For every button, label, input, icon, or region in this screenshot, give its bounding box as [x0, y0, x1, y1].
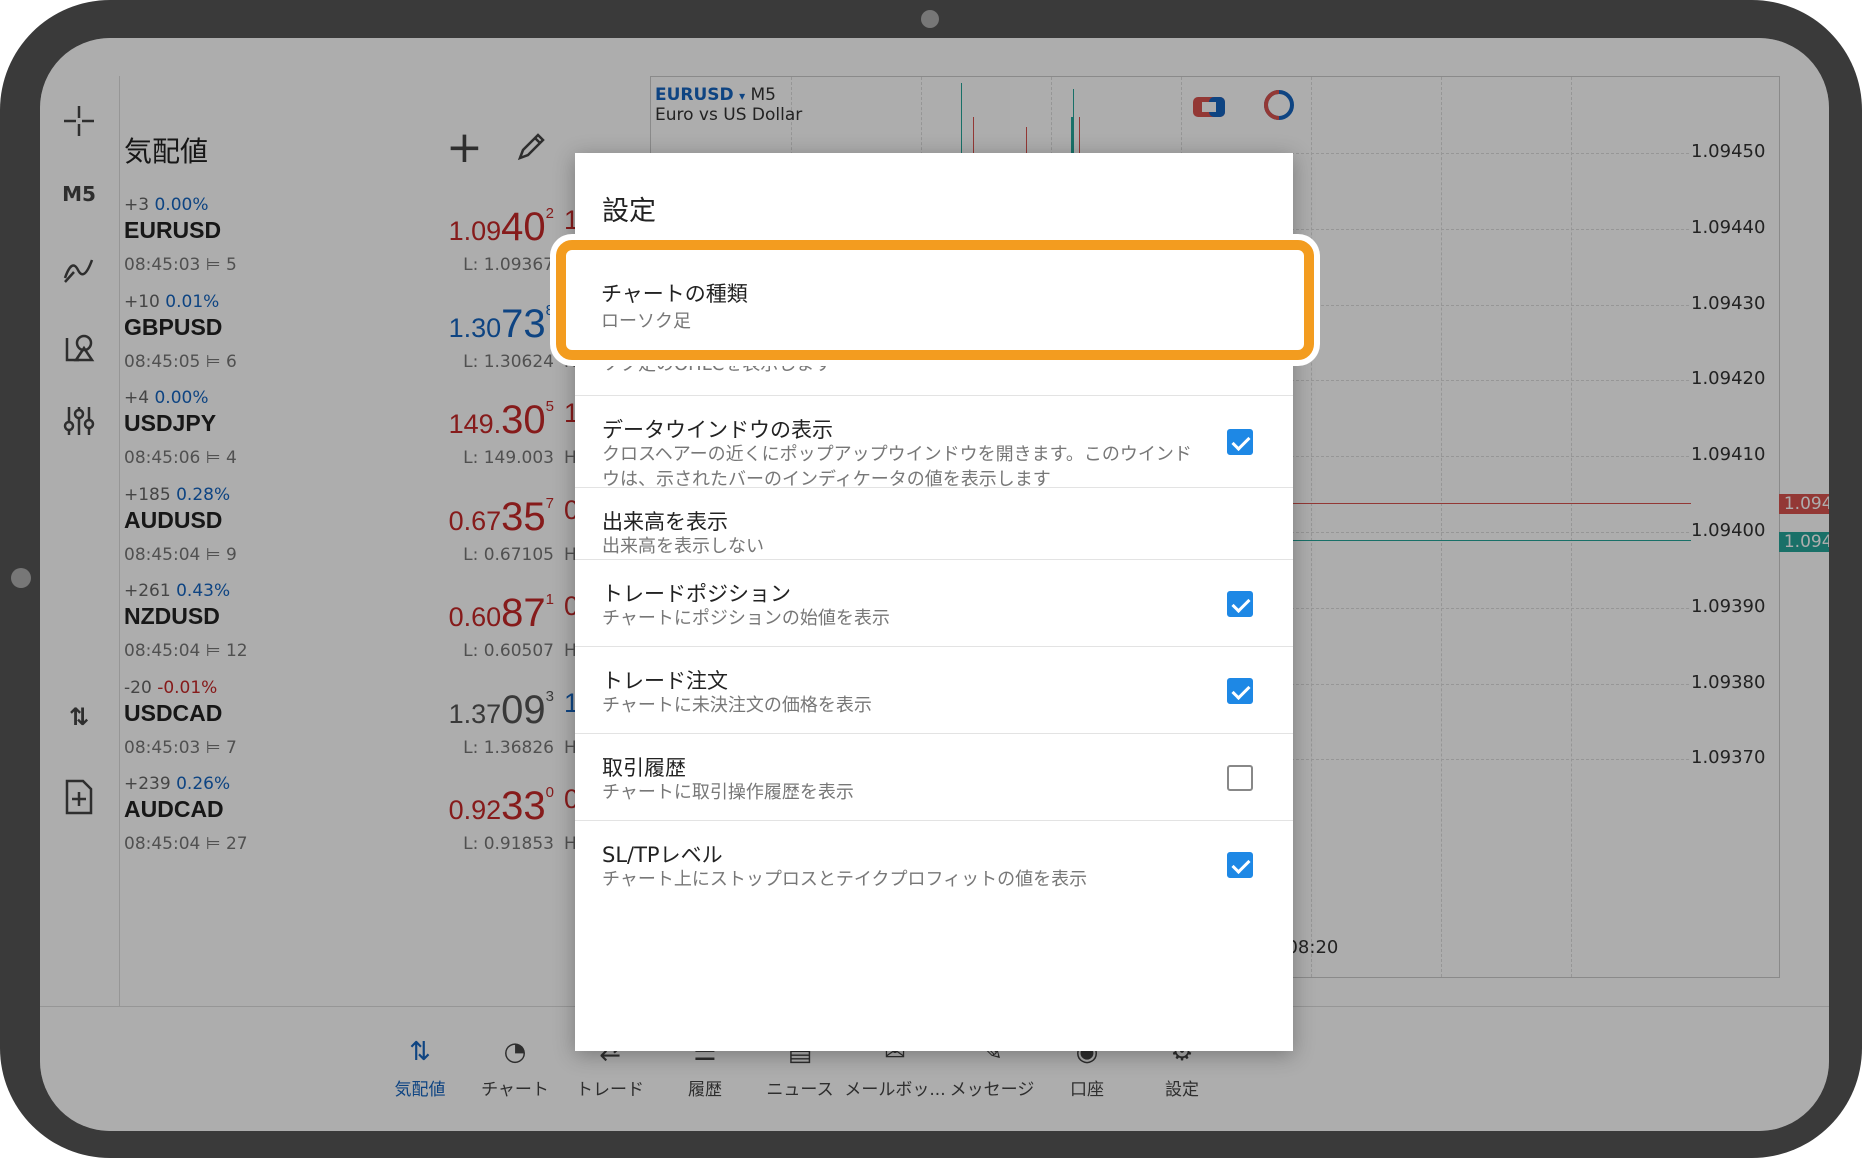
setting-description: クロスヘアーの近くにポップアップウインドウを開きます。このウインドウは、示された…	[602, 444, 1192, 490]
chart-type-title: チャートの種類	[601, 282, 748, 306]
setting-title: 取引履歴	[602, 756, 686, 780]
setting-description: チャートに取引操作履歴を表示	[602, 782, 854, 803]
setting-checkbox[interactable]	[1227, 591, 1253, 617]
setting-item[interactable]: データウインドウの表示 クロスヘアーの近くにポップアップウインドウを開きます。この…	[575, 395, 1293, 490]
camera-dot	[921, 10, 939, 28]
setting-title: 出来高を表示	[602, 510, 728, 534]
setting-item[interactable]: SL/TPレベル チャート上にストップロスとテイクプロフィットの値を表示	[575, 820, 1293, 908]
chart-type-value: ローソク足	[601, 311, 691, 332]
setting-item[interactable]: 出来高を表示 出来高を表示しない	[575, 487, 1293, 560]
dialog-title: 設定	[602, 196, 656, 227]
setting-item[interactable]: トレード注文 チャートに未決注文の価格を表示	[575, 646, 1293, 734]
chart-type-setting[interactable]: チャートの種類 ローソク足	[556, 240, 1314, 360]
setting-checkbox[interactable]	[1227, 678, 1253, 704]
setting-title: トレードポジション	[602, 582, 791, 606]
setting-checkbox[interactable]	[1227, 429, 1253, 455]
setting-description: チャートに未決注文の価格を表示	[602, 695, 872, 716]
setting-item[interactable]: 取引履歴 チャートに取引操作履歴を表示	[575, 733, 1293, 821]
setting-description: 出来高を表示しない	[602, 536, 764, 557]
setting-checkbox[interactable]	[1227, 852, 1253, 878]
setting-title: SL/TPレベル	[602, 843, 723, 867]
setting-description: チャート上にストップロスとテイクプロフィットの値を表示	[602, 869, 1088, 890]
side-button	[11, 568, 31, 588]
setting-description: チャートにポジションの始値を表示	[602, 608, 890, 629]
setting-title: トレード注文	[602, 669, 728, 693]
setting-checkbox[interactable]	[1227, 765, 1253, 791]
setting-title: データウインドウの表示	[602, 418, 833, 442]
setting-item[interactable]: トレードポジション チャートにポジションの始値を表示	[575, 559, 1293, 647]
